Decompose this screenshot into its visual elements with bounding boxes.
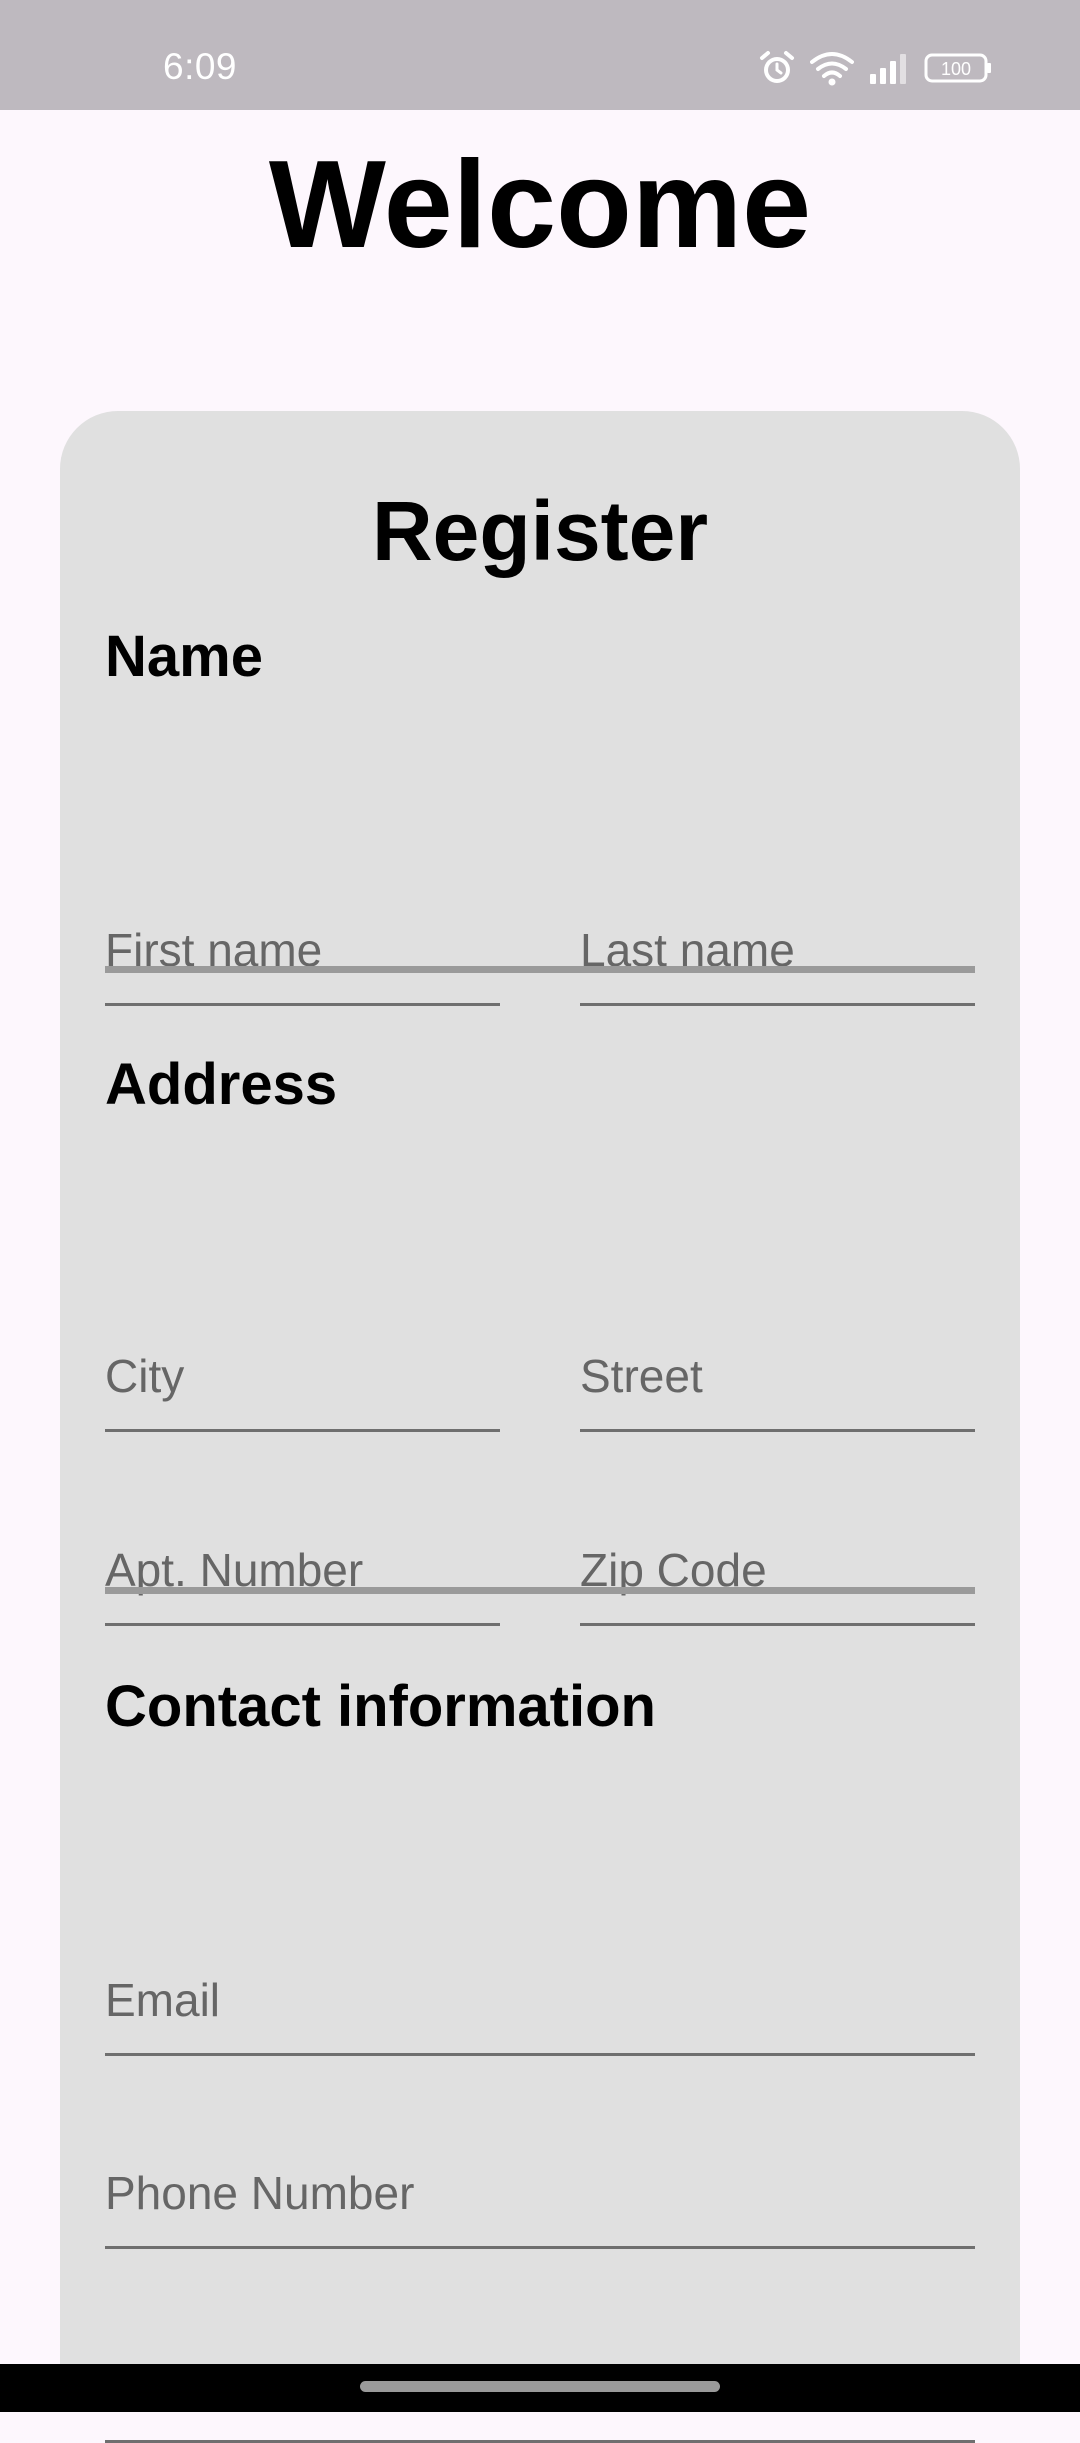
- email-field[interactable]: [105, 1946, 975, 2056]
- page-title: Welcome: [268, 136, 812, 274]
- register-title: Register: [371, 484, 709, 578]
- phone-number-field[interactable]: [105, 2139, 975, 2249]
- alarm-icon: [758, 49, 796, 87]
- section-divider: [105, 1587, 975, 1594]
- city-input[interactable]: [105, 1349, 500, 1403]
- city-field[interactable]: [105, 1322, 500, 1432]
- name-section-heading: Name: [105, 624, 263, 689]
- battery-level: 100: [941, 59, 971, 79]
- status-bar: 6:09 100: [0, 0, 1080, 110]
- navigation-bar: [0, 2364, 1080, 2412]
- battery-icon: 100: [924, 52, 994, 84]
- contact-section-heading: Contact information: [105, 1674, 656, 1739]
- signal-icon: [868, 52, 910, 84]
- last-name-field[interactable]: [580, 896, 975, 1006]
- status-icons: 100: [758, 46, 994, 90]
- phone-number-input[interactable]: [105, 2166, 975, 2220]
- wifi-icon: [810, 50, 854, 86]
- email-input[interactable]: [105, 1973, 975, 2027]
- zip-code-field[interactable]: [580, 1516, 975, 1626]
- register-card: Register Name Address Contact informatio…: [60, 411, 1020, 2443]
- home-gesture-handle[interactable]: [360, 2381, 720, 2392]
- street-input[interactable]: [580, 1349, 975, 1403]
- street-field[interactable]: [580, 1322, 975, 1432]
- section-divider: [105, 966, 975, 973]
- status-time: 6:09: [163, 46, 238, 87]
- address-section-heading: Address: [105, 1052, 338, 1117]
- first-name-field[interactable]: [105, 896, 500, 1006]
- apt-number-field[interactable]: [105, 1516, 500, 1626]
